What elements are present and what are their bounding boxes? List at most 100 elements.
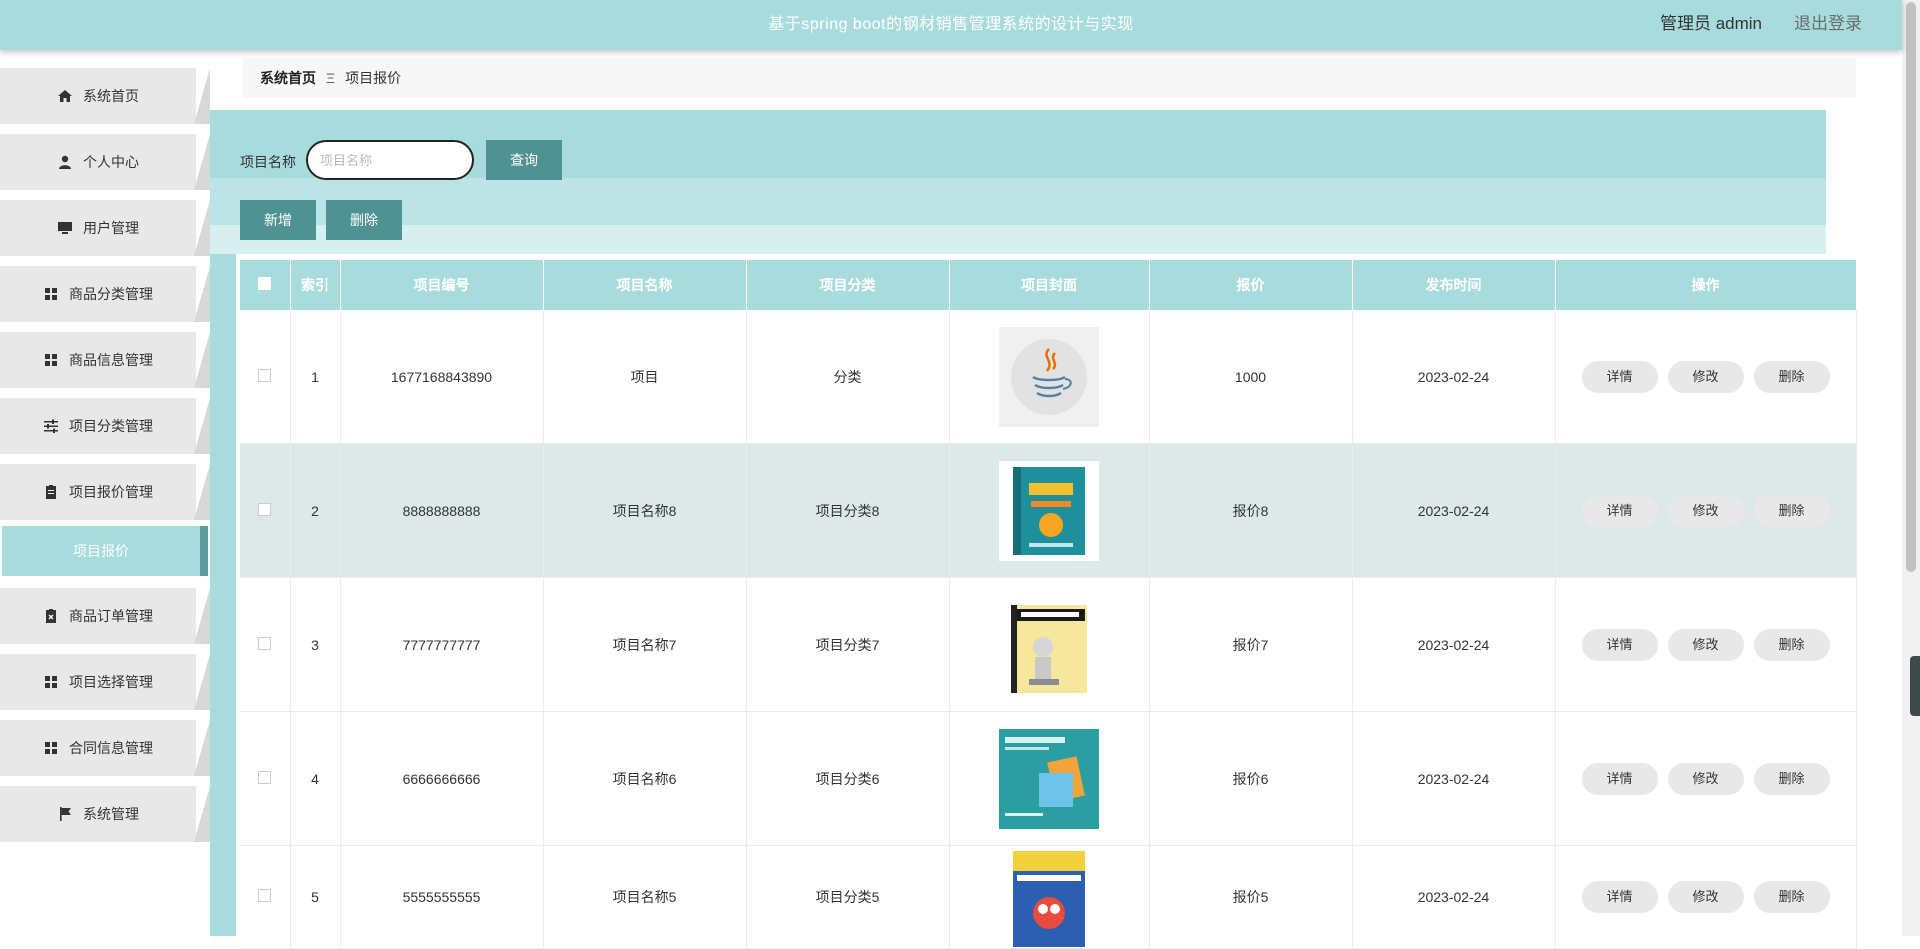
column-header: 报价 (1149, 260, 1353, 310)
sidebar-item-contract[interactable]: 合同信息管理 (0, 720, 196, 776)
sidebar-item-label: 项目报价管理 (69, 484, 153, 500)
row-index: 3 (290, 577, 341, 712)
delete-button[interactable]: 删除 (1753, 494, 1830, 527)
cover-image (999, 728, 1099, 829)
edit-button[interactable]: 修改 (1667, 360, 1744, 393)
add-button[interactable]: 新增 (240, 200, 316, 240)
sidebar-item-project-quote[interactable]: 项目报价管理 (0, 464, 196, 520)
row-name: 项目名称7 (543, 577, 747, 712)
delete-button[interactable]: 删除 (1753, 881, 1830, 913)
column-header: 索引 (290, 260, 341, 310)
sidebar-item-label: 用户管理 (83, 220, 139, 236)
select-all-checkbox[interactable] (258, 277, 272, 290)
row-index: 2 (290, 443, 341, 578)
row-date: 2023-02-24 (1352, 577, 1556, 712)
cover-image (999, 847, 1099, 947)
table-row: 2 8888888888 项目名称8 项目分类8 报价8 2023-02-24 … (240, 443, 1857, 578)
row-price: 报价5 (1149, 845, 1353, 949)
row-index: 4 (290, 711, 341, 846)
sidebar-item-label: 商品信息管理 (69, 352, 153, 368)
row-checkbox[interactable] (258, 368, 272, 382)
query-button[interactable]: 查询 (486, 140, 562, 180)
delete-button[interactable]: 删除 (1753, 360, 1830, 393)
sidebar-item-goods-category[interactable]: 商品分类管理 (0, 266, 196, 322)
batch-delete-button[interactable]: 删除 (326, 200, 402, 240)
logout-link[interactable]: 退出登录 (1794, 9, 1862, 34)
table-row: 4 6666666666 项目名称6 项目分类6 报价6 2023-02-24 … (240, 711, 1857, 846)
row-checkbox[interactable] (258, 636, 272, 650)
monitor-icon (58, 222, 72, 234)
row-price: 报价6 (1149, 711, 1353, 846)
row-code: 6666666666 (340, 711, 544, 846)
edit-button[interactable]: 修改 (1667, 628, 1744, 661)
sidebar-item-label: 商品订单管理 (69, 608, 153, 624)
select-all-cell (240, 260, 291, 310)
grid-icon (45, 354, 57, 366)
user-icon (59, 155, 71, 169)
table-row: 1 1677168843890 项目 分类 1000 2023-02-24 详情… (240, 310, 1857, 444)
grid-icon (45, 742, 57, 754)
detail-button[interactable]: 详情 (1581, 628, 1658, 661)
row-category: 项目分类6 (746, 711, 950, 846)
sidebar-item-profile[interactable]: 个人中心 (0, 134, 196, 190)
cover-image (999, 460, 1099, 561)
search-label: 项目名称 (240, 154, 296, 170)
delete-button[interactable]: 删除 (1753, 628, 1830, 661)
row-checkbox[interactable] (258, 502, 272, 516)
edit-button[interactable]: 修改 (1667, 762, 1744, 795)
sidebar-item-users[interactable]: 用户管理 (0, 200, 196, 256)
breadcrumb-home[interactable]: 系统首页 (260, 68, 316, 88)
quote-table: 索引 项目编号 项目名称 项目分类 项目封面 报价 发布时间 操作 1 1677… (240, 260, 1857, 949)
column-header: 发布时间 (1352, 260, 1556, 310)
grid-icon (45, 288, 57, 300)
search-input[interactable] (306, 140, 474, 180)
column-header: 项目编号 (340, 260, 544, 310)
row-price: 报价8 (1149, 443, 1353, 578)
flag-icon (60, 807, 71, 821)
row-checkbox[interactable] (258, 770, 272, 784)
sidebar-item-system[interactable]: 系统管理 (0, 786, 196, 842)
column-header: 项目分类 (746, 260, 950, 310)
sidebar-item-home[interactable]: 系统首页 (0, 68, 196, 124)
edit-button[interactable]: 修改 (1667, 494, 1744, 527)
sidebar-item-label: 系统首页 (83, 88, 139, 104)
row-category: 项目分类5 (746, 845, 950, 949)
detail-button[interactable]: 详情 (1581, 360, 1658, 393)
row-name: 项目名称6 (543, 711, 747, 846)
breadcrumb-current: 项目报价 (345, 70, 402, 86)
sliders-icon (44, 419, 58, 433)
sidebar-item-label: 项目选择管理 (69, 674, 153, 690)
sidebar-item-label: 项目分类管理 (69, 418, 153, 434)
current-user: 管理员 admin (1659, 14, 1762, 33)
detail-button[interactable]: 详情 (1581, 494, 1658, 527)
sidebar-item-goods-info[interactable]: 商品信息管理 (0, 332, 196, 388)
sidebar-item-project-category[interactable]: 项目分类管理 (0, 398, 196, 454)
sidebar-item-label: 合同信息管理 (69, 740, 153, 756)
edit-button[interactable]: 修改 (1667, 881, 1744, 913)
sidebar-item-goods-order[interactable]: 商品订单管理 (0, 588, 196, 644)
sidebar-item-label: 商品分类管理 (69, 286, 153, 302)
table-header-row: 索引 项目编号 项目名称 项目分类 项目封面 报价 发布时间 操作 (240, 260, 1857, 310)
side-drawer-handle[interactable] (1910, 656, 1920, 716)
row-date: 2023-02-24 (1352, 443, 1556, 578)
sidebar-item-project-select[interactable]: 项目选择管理 (0, 654, 196, 710)
detail-button[interactable]: 详情 (1581, 881, 1658, 913)
row-index: 5 (290, 845, 341, 949)
clipboard-x-icon (46, 609, 56, 623)
row-category: 项目分类8 (746, 443, 950, 578)
table-row: 3 7777777777 项目名称7 项目分类7 报价7 2023-02-24 (240, 577, 1857, 712)
sidebar-subitem-project-quote[interactable]: 项目报价 (2, 526, 208, 576)
row-category: 分类 (746, 310, 950, 444)
row-name: 项目名称5 (543, 845, 747, 949)
row-code: 1677168843890 (340, 310, 544, 444)
row-name: 项目 (543, 310, 747, 444)
row-category: 项目分类7 (746, 577, 950, 712)
delete-button[interactable]: 删除 (1753, 762, 1830, 795)
page-scrollbar-thumb[interactable] (1906, 2, 1916, 572)
row-checkbox[interactable] (258, 889, 272, 902)
row-price: 报价7 (1149, 577, 1353, 712)
table-row: 5 5555555555 项目名称5 项目分类5 报价5 2023-02-24 … (240, 845, 1857, 949)
detail-button[interactable]: 详情 (1581, 762, 1658, 795)
row-code: 7777777777 (340, 577, 544, 712)
sidebar-item-label: 个人中心 (83, 154, 139, 170)
